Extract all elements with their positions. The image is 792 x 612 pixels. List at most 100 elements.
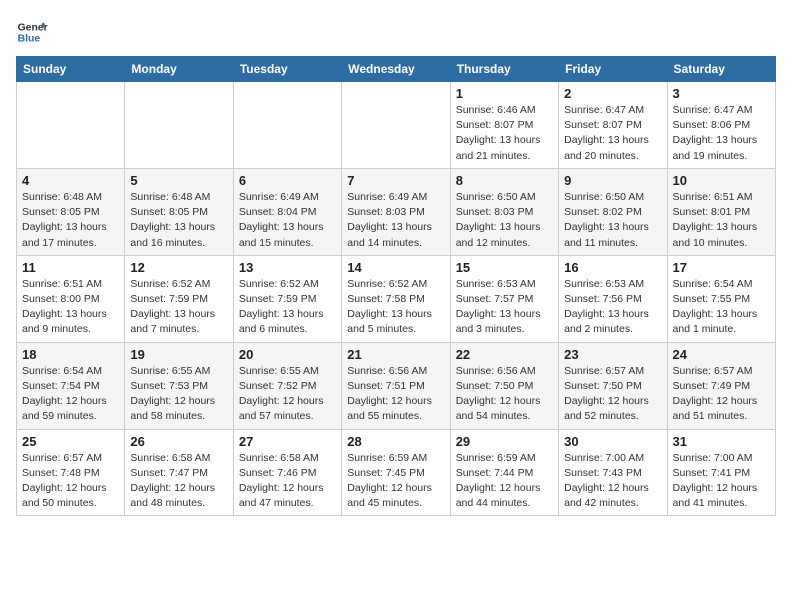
day-info: Sunrise: 6:49 AM Sunset: 8:03 PM Dayligh… [347,190,444,251]
day-number: 6 [239,173,336,188]
day-cell: 7 Sunrise: 6:49 AM Sunset: 8:03 PM Daylig… [342,168,450,255]
day-info: Sunrise: 6:57 AM Sunset: 7:48 PM Dayligh… [22,451,119,512]
day-number: 11 [22,260,119,275]
day-number: 10 [673,173,770,188]
day-cell: 29Sunrise: 6:59 AM Sunset: 7:44 PM Dayli… [450,429,558,516]
day-info: Sunrise: 6:51 AM Sunset: 8:00 PM Dayligh… [22,277,119,338]
header-thursday: Thursday [450,57,558,82]
day-info: Sunrise: 6:51 AM Sunset: 8:01 PM Dayligh… [673,190,770,251]
day-cell: 1 Sunrise: 6:46 AM Sunset: 8:07 PM Daylig… [450,82,558,169]
day-cell: 19 Sunrise: 6:55 AM Sunset: 7:53 PM Dayli… [125,342,233,429]
day-info: Sunrise: 6:47 AM Sunset: 8:06 PM Dayligh… [673,103,770,164]
day-cell: 26 Sunrise: 6:58 AM Sunset: 7:47 PM Dayli… [125,429,233,516]
day-cell: 23 Sunrise: 6:57 AM Sunset: 7:50 PM Dayli… [559,342,667,429]
day-info: Sunrise: 6:58 AM Sunset: 7:46 PM Dayligh… [239,451,336,512]
day-cell: 8 Sunrise: 6:50 AM Sunset: 8:03 PM Daylig… [450,168,558,255]
day-info: Sunrise: 6:54 AM Sunset: 7:54 PM Dayligh… [22,364,119,425]
day-number: 19 [130,347,227,362]
day-info: Sunrise: 6:48 AM Sunset: 8:05 PM Dayligh… [22,190,119,251]
day-info: Sunrise: 6:56 AM Sunset: 7:50 PM Dayligh… [456,364,553,425]
day-cell: 31Sunrise: 7:00 AM Sunset: 7:41 PM Dayli… [667,429,775,516]
header-wednesday: Wednesday [342,57,450,82]
day-number: 23 [564,347,661,362]
week-row-2: 4 Sunrise: 6:48 AM Sunset: 8:05 PM Daylig… [17,168,776,255]
day-number: 7 [347,173,444,188]
day-number: 29 [456,434,553,449]
day-number: 15 [456,260,553,275]
day-number: 31 [673,434,770,449]
day-info: Sunrise: 6:52 AM Sunset: 7:59 PM Dayligh… [130,277,227,338]
day-cell: 6 Sunrise: 6:49 AM Sunset: 8:04 PM Daylig… [233,168,341,255]
day-info: Sunrise: 7:00 AM Sunset: 7:43 PM Dayligh… [564,451,661,512]
day-cell: 24 Sunrise: 6:57 AM Sunset: 7:49 PM Dayli… [667,342,775,429]
day-number: 8 [456,173,553,188]
week-row-3: 11 Sunrise: 6:51 AM Sunset: 8:00 PM Dayli… [17,255,776,342]
day-cell: 28Sunrise: 6:59 AM Sunset: 7:45 PM Dayli… [342,429,450,516]
day-cell: 18 Sunrise: 6:54 AM Sunset: 7:54 PM Dayli… [17,342,125,429]
day-cell: 5Sunrise: 6:48 AM Sunset: 8:05 PM Daylig… [125,168,233,255]
header-monday: Monday [125,57,233,82]
day-info: Sunrise: 6:55 AM Sunset: 7:52 PM Dayligh… [239,364,336,425]
logo-icon: General Blue [16,16,48,48]
day-number: 17 [673,260,770,275]
day-cell: 17 Sunrise: 6:54 AM Sunset: 7:55 PM Dayli… [667,255,775,342]
logo: General Blue [16,16,52,48]
day-info: Sunrise: 6:47 AM Sunset: 8:07 PM Dayligh… [564,103,661,164]
day-number: 25 [22,434,119,449]
day-cell: 3 Sunrise: 6:47 AM Sunset: 8:06 PM Daylig… [667,82,775,169]
day-info: Sunrise: 6:57 AM Sunset: 7:50 PM Dayligh… [564,364,661,425]
header-saturday: Saturday [667,57,775,82]
day-number: 28 [347,434,444,449]
day-number: 26 [130,434,227,449]
day-cell: 27 Sunrise: 6:58 AM Sunset: 7:46 PM Dayli… [233,429,341,516]
day-number: 24 [673,347,770,362]
day-info: Sunrise: 6:57 AM Sunset: 7:49 PM Dayligh… [673,364,770,425]
day-number: 18 [22,347,119,362]
calendar-header-row: SundayMondayTuesdayWednesdayThursdayFrid… [17,57,776,82]
day-info: Sunrise: 6:49 AM Sunset: 8:04 PM Dayligh… [239,190,336,251]
day-info: Sunrise: 6:46 AM Sunset: 8:07 PM Dayligh… [456,103,553,164]
svg-text:Blue: Blue [18,34,41,45]
day-cell: 22 Sunrise: 6:56 AM Sunset: 7:50 PM Dayli… [450,342,558,429]
day-number: 3 [673,86,770,101]
day-number: 13 [239,260,336,275]
day-cell: 13Sunrise: 6:52 AM Sunset: 7:59 PM Dayli… [233,255,341,342]
day-number: 9 [564,173,661,188]
day-cell: 30 Sunrise: 7:00 AM Sunset: 7:43 PM Dayli… [559,429,667,516]
day-info: Sunrise: 6:55 AM Sunset: 7:53 PM Dayligh… [130,364,227,425]
day-info: Sunrise: 6:58 AM Sunset: 7:47 PM Dayligh… [130,451,227,512]
day-number: 30 [564,434,661,449]
day-info: Sunrise: 6:50 AM Sunset: 8:03 PM Dayligh… [456,190,553,251]
day-cell [342,82,450,169]
day-number: 22 [456,347,553,362]
header: General Blue [16,16,776,48]
day-cell: 20 Sunrise: 6:55 AM Sunset: 7:52 PM Dayli… [233,342,341,429]
day-cell: 16 Sunrise: 6:53 AM Sunset: 7:56 PM Dayli… [559,255,667,342]
week-row-1: 1 Sunrise: 6:46 AM Sunset: 8:07 PM Daylig… [17,82,776,169]
day-number: 4 [22,173,119,188]
day-cell: 12 Sunrise: 6:52 AM Sunset: 7:59 PM Dayli… [125,255,233,342]
day-info: Sunrise: 6:50 AM Sunset: 8:02 PM Dayligh… [564,190,661,251]
calendar-table: SundayMondayTuesdayWednesdayThursdayFrid… [16,56,776,516]
day-cell: 2Sunrise: 6:47 AM Sunset: 8:07 PM Daylig… [559,82,667,169]
day-info: Sunrise: 6:48 AM Sunset: 8:05 PM Dayligh… [130,190,227,251]
day-cell: 11 Sunrise: 6:51 AM Sunset: 8:00 PM Dayli… [17,255,125,342]
day-info: Sunrise: 6:54 AM Sunset: 7:55 PM Dayligh… [673,277,770,338]
day-number: 20 [239,347,336,362]
header-friday: Friday [559,57,667,82]
day-info: Sunrise: 6:53 AM Sunset: 7:57 PM Dayligh… [456,277,553,338]
day-cell: 9 Sunrise: 6:50 AM Sunset: 8:02 PM Daylig… [559,168,667,255]
day-cell: 15 Sunrise: 6:53 AM Sunset: 7:57 PM Dayli… [450,255,558,342]
week-row-5: 25 Sunrise: 6:57 AM Sunset: 7:48 PM Dayli… [17,429,776,516]
day-number: 1 [456,86,553,101]
day-info: Sunrise: 6:56 AM Sunset: 7:51 PM Dayligh… [347,364,444,425]
day-cell [233,82,341,169]
day-info: Sunrise: 6:53 AM Sunset: 7:56 PM Dayligh… [564,277,661,338]
day-number: 14 [347,260,444,275]
day-cell: 21Sunrise: 6:56 AM Sunset: 7:51 PM Dayli… [342,342,450,429]
day-number: 16 [564,260,661,275]
header-sunday: Sunday [17,57,125,82]
day-number: 12 [130,260,227,275]
day-number: 27 [239,434,336,449]
day-cell [125,82,233,169]
